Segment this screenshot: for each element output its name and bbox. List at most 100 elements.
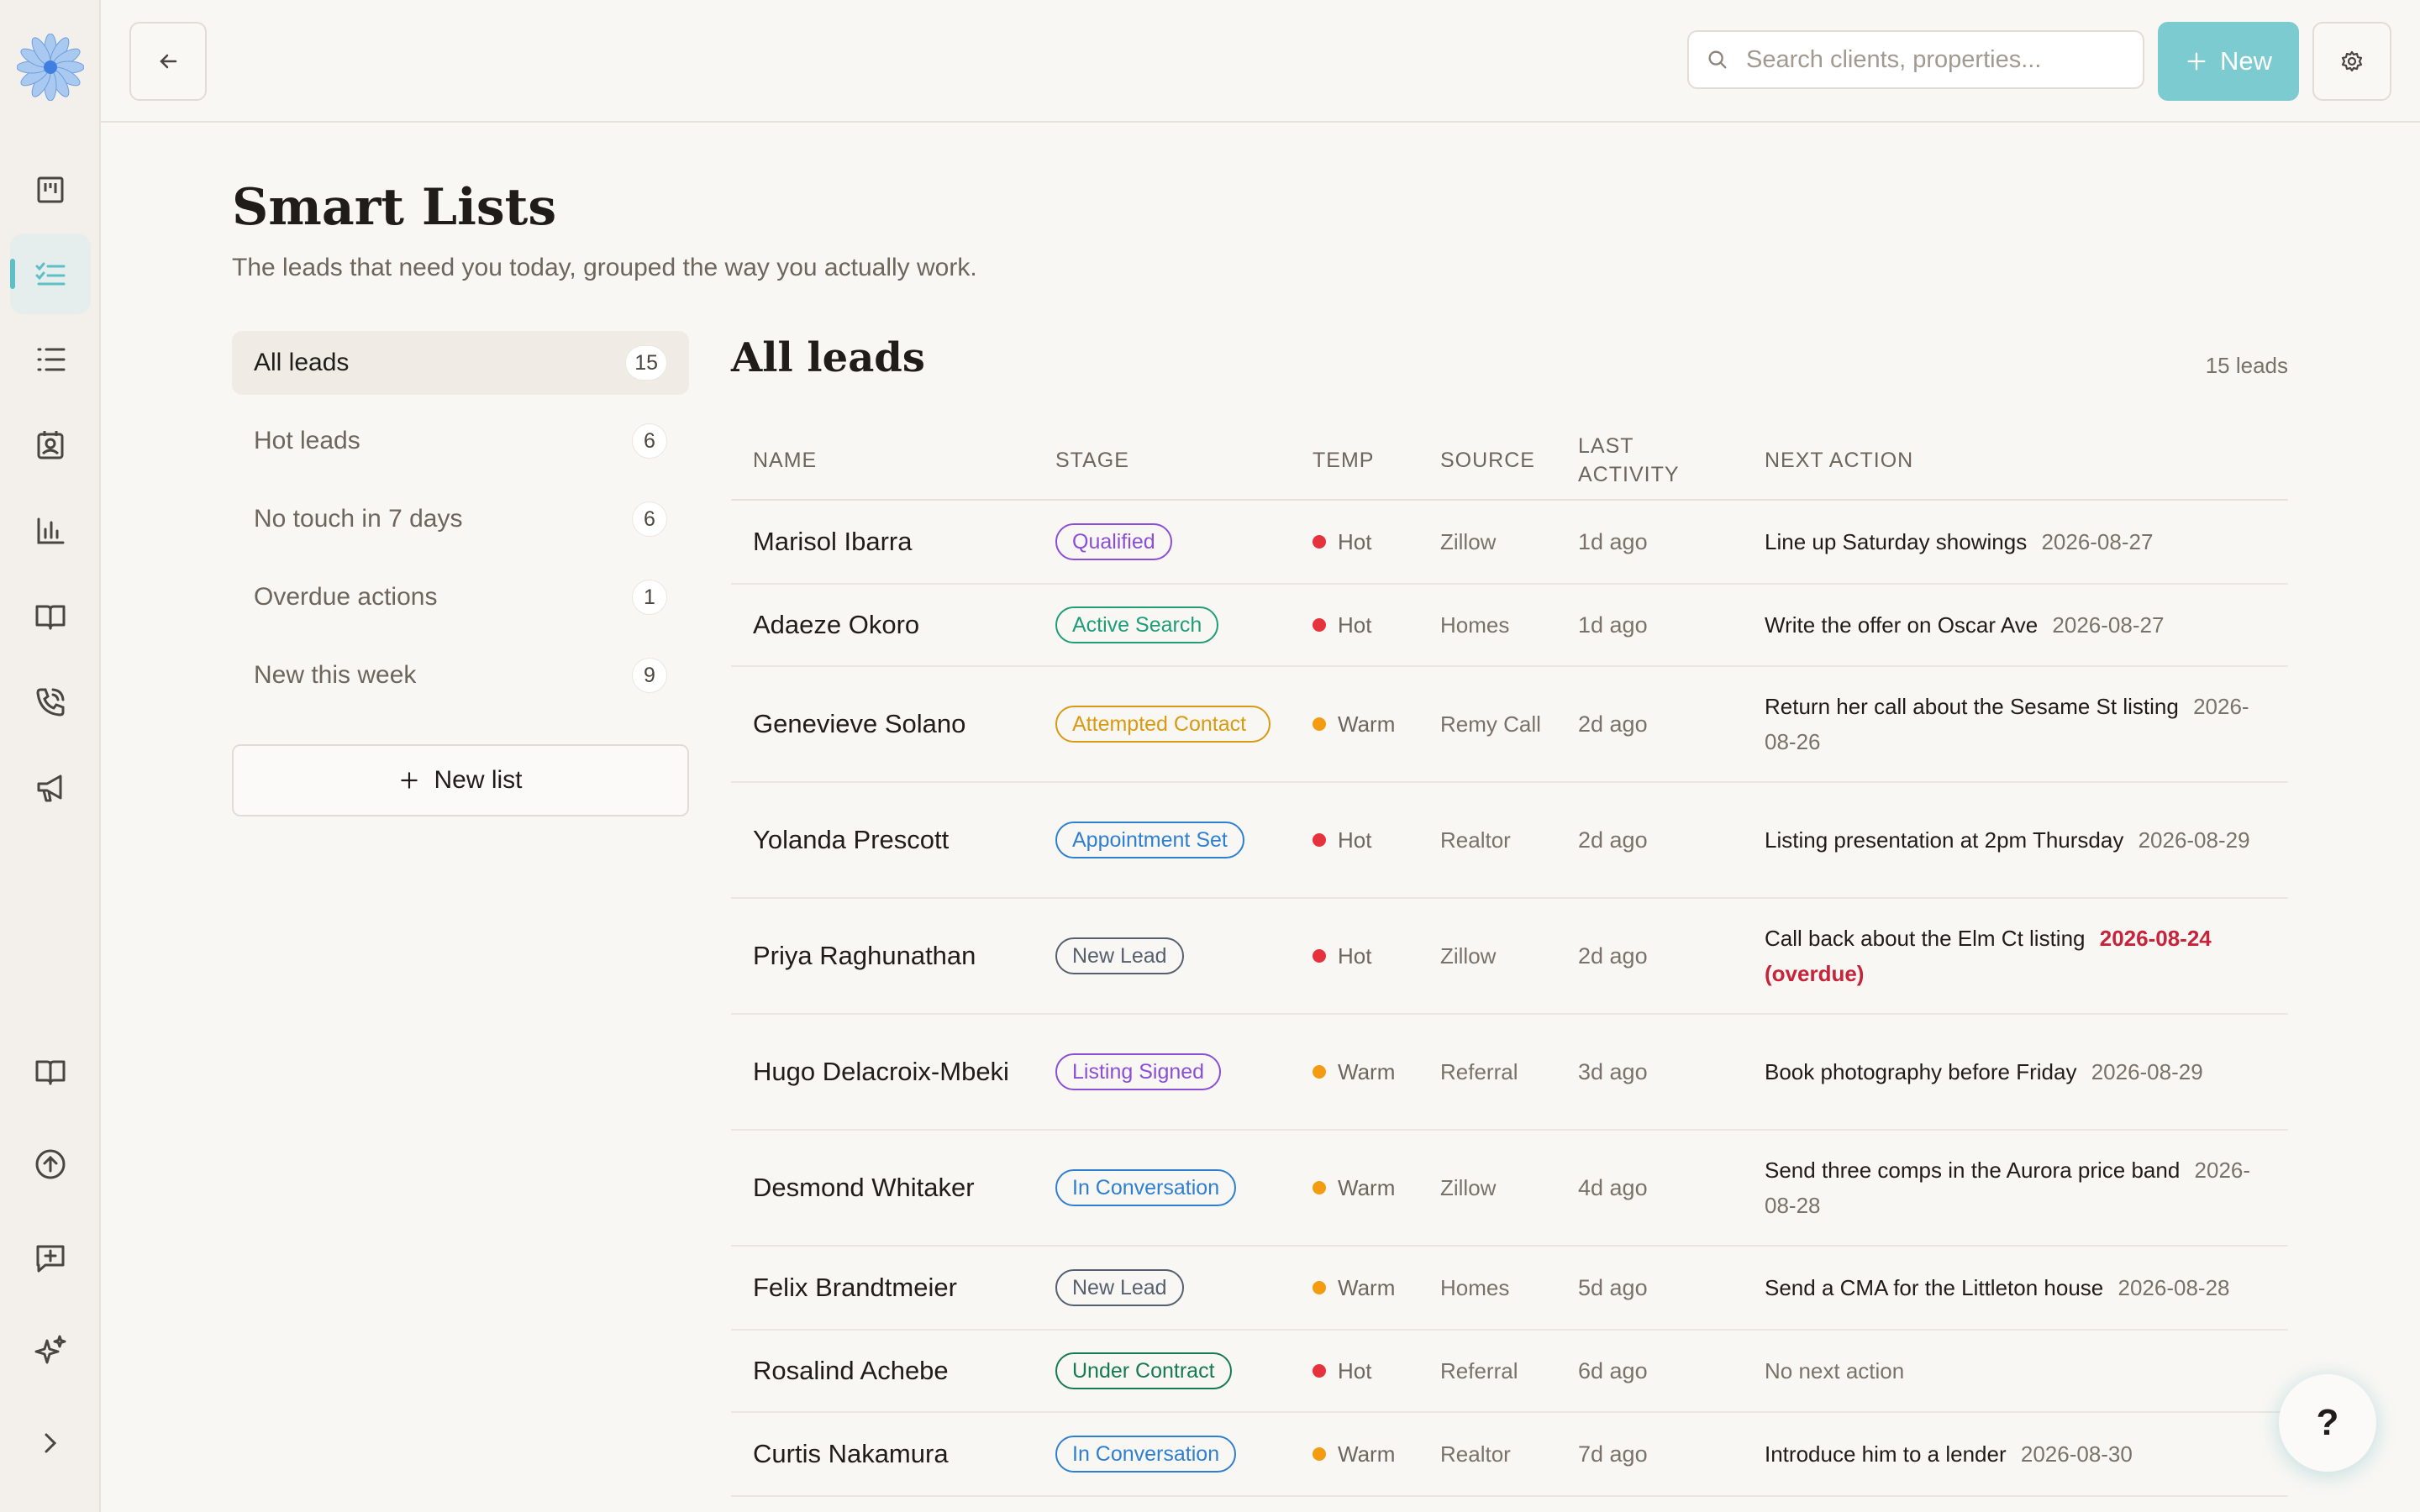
next-action-cell[interactable]: Write the offer on Oscar Ave 2026-08-27 (1765, 585, 2277, 665)
temp-label: Warm (1338, 711, 1396, 737)
temp-cell: Warm (1313, 1247, 1395, 1329)
lead-name: Curtis Nakamura (753, 1439, 949, 1468)
search-box[interactable] (1687, 30, 2144, 89)
last-activity-cell: 1d ago (1578, 501, 1648, 583)
next-action-cell[interactable]: Line up Saturday showings 2026-08-27 (1765, 501, 2277, 583)
stage-cell: New Lead (1055, 899, 1184, 1013)
column-header-name[interactable]: NAME (753, 420, 817, 501)
column-header-temp[interactable]: TEMP (1313, 420, 1374, 501)
stage-badge: Under Contract (1055, 1352, 1232, 1389)
column-header-stage[interactable]: STAGE (1055, 420, 1129, 501)
next-action-cell[interactable]: Listing presentation at 2pm Thursday 202… (1765, 783, 2277, 897)
next-action: Line up Saturday showings 2026-08-27 (1765, 524, 2153, 559)
next-action-cell[interactable]: Introduce him to a lender 2026-08-30 (1765, 1413, 2277, 1495)
next-action-cell[interactable]: Call back about the Elm Ct listing 2026-… (1765, 899, 2277, 1013)
next-action: Listing presentation at 2pm Thursday 202… (1765, 822, 2250, 858)
lead-name-cell[interactable]: Marisol Ibarra (753, 501, 1030, 583)
list-item-overdue[interactable]: Overdue actions 1 (232, 565, 689, 629)
nav-upload-icon[interactable] (10, 1124, 91, 1205)
nav-sparkle-icon[interactable] (10, 1310, 91, 1391)
settings-button[interactable] (2312, 22, 2391, 101)
nav-megaphone-icon[interactable] (10, 748, 91, 828)
nav-board-icon[interactable] (10, 150, 91, 230)
next-action-due: 2026-08-29 (2138, 827, 2250, 853)
hot-dot-icon (1313, 618, 1326, 632)
last-activity-label: 2d ago (1578, 711, 1648, 737)
new-button[interactable]: New (2158, 22, 2299, 101)
last-activity-cell: 5d ago (1578, 1247, 1648, 1329)
new-list-button[interactable]: New list (232, 744, 689, 816)
source-label: Realtor (1440, 827, 1511, 853)
stage-badge: Active Search (1055, 606, 1219, 643)
lead-name-cell[interactable]: Curtis Nakamura (753, 1413, 1030, 1495)
nav-phone-icon[interactable] (10, 662, 91, 743)
table-row[interactable]: Felix Brandtmeier New Lead Warm Homes 5d ago… (731, 1247, 2288, 1331)
nav-reports-icon[interactable] (10, 491, 91, 571)
search-input[interactable] (1746, 45, 2116, 74)
nav-feedback-icon[interactable] (10, 1218, 91, 1299)
nav-docs-icon[interactable] (10, 1032, 91, 1112)
next-action: Write the offer on Oscar Ave 2026-08-27 (1765, 607, 2164, 643)
next-action: No next action (1765, 1353, 1904, 1389)
list-item-all-leads[interactable]: All leads 15 (232, 331, 689, 395)
lead-name-cell[interactable]: Hugo Delacroix-Mbeki (753, 1015, 1030, 1129)
lead-name-cell[interactable]: Genevieve Solano (753, 667, 1030, 781)
table-row[interactable]: Yolanda Prescott Appointment Set Hot Realto… (731, 783, 2288, 899)
table-row[interactable]: Hugo Delacroix-Mbeki Listing Signed Warm Re… (731, 1015, 2288, 1131)
list-item-count: 6 (632, 423, 667, 459)
next-action: Introduce him to a lender 2026-08-30 (1765, 1436, 2133, 1472)
table-row[interactable]: Priya Raghunathan New Lead Hot Zillow 2d ago… (731, 899, 2288, 1015)
list-item-hot-leads[interactable]: Hot leads 6 (232, 409, 689, 473)
next-action-cell[interactable]: Send a CMA for the Littleton house 2026-… (1765, 1247, 2277, 1329)
column-header-source[interactable]: SOURCE (1440, 420, 1535, 501)
table-row[interactable]: Desmond Whitaker In Conversation Warm Zillo… (731, 1131, 2288, 1247)
next-action-text: Listing presentation at 2pm Thursday (1765, 827, 2124, 853)
lead-name-cell[interactable]: Priya Raghunathan (753, 899, 1030, 1013)
next-action-cell[interactable]: No next action (1765, 1331, 2277, 1411)
logo-icon[interactable] (16, 33, 85, 102)
next-action-cell[interactable]: Return her call about the Sesame St list… (1765, 667, 2277, 781)
lead-name-cell[interactable]: Desmond Whitaker (753, 1131, 1030, 1245)
last-activity-label: 1d ago (1578, 612, 1648, 638)
back-button[interactable] (129, 22, 207, 101)
table-row[interactable]: Rosalind Achebe Under Contract Hot Referral… (731, 1331, 2288, 1413)
source-label: Homes (1440, 1275, 1510, 1300)
nav-ordered-list-icon[interactable] (10, 319, 91, 400)
column-header-next-action[interactable]: NEXT ACTION (1765, 420, 1913, 501)
stage-cell: New Lead (1055, 1247, 1184, 1329)
stage-cell: Attempted Contact (1055, 667, 1270, 781)
column-header-last-activity[interactable]: LAST ACTIVITY (1578, 420, 1704, 501)
list-item-no-touch[interactable]: No touch in 7 days 6 (232, 487, 689, 551)
temp-label: Hot (1338, 942, 1372, 969)
lead-name-cell[interactable]: Felix Brandtmeier (753, 1247, 1030, 1329)
table-row[interactable]: Genevieve Solano Attempted Contact Warm Rem… (731, 667, 2288, 783)
list-item-new-this-week[interactable]: New this week 9 (232, 643, 689, 707)
last-activity-cell: 2d ago (1578, 783, 1648, 897)
source-cell: Homes (1440, 585, 1541, 665)
nav-contacts-icon[interactable] (10, 405, 91, 486)
next-action-due: 2026-08-30 (2020, 1441, 2133, 1467)
table-row[interactable]: Curtis Nakamura In Conversation Warm Realto… (731, 1413, 2288, 1497)
temp-cell: Hot (1313, 1331, 1371, 1411)
source-cell: Referral (1440, 1331, 1541, 1411)
help-button[interactable]: ? (2279, 1374, 2376, 1472)
source-label: Realtor (1440, 1441, 1511, 1467)
lead-name-cell[interactable]: Yolanda Prescott (753, 783, 1030, 897)
next-action-cell[interactable]: Send three comps in the Aurora price ban… (1765, 1131, 2277, 1245)
lead-name-cell[interactable]: Rosalind Achebe (753, 1331, 1030, 1411)
hot-dot-icon (1313, 1364, 1326, 1378)
table-body: Marisol Ibarra Qualified Hot Zillow 1d ago Li… (731, 501, 2288, 1497)
last-activity-cell: 7d ago (1578, 1413, 1648, 1495)
source-cell: Referral (1440, 1015, 1541, 1129)
lead-name-cell[interactable]: Adaeze Okoro (753, 585, 1030, 665)
next-action-text: Send three comps in the Aurora price ban… (1765, 1158, 2181, 1183)
nav-book-icon[interactable] (10, 576, 91, 657)
next-action-cell[interactable]: Book photography before Friday 2026-08-2… (1765, 1015, 2277, 1129)
table-row[interactable]: Adaeze Okoro Active Search Hot Homes 1d ago W… (731, 585, 2288, 667)
stage-badge: In Conversation (1055, 1169, 1237, 1206)
table-row[interactable]: Marisol Ibarra Qualified Hot Zillow 1d ago Li… (731, 501, 2288, 585)
expand-sidebar-icon[interactable] (10, 1403, 91, 1483)
next-action-text: Send a CMA for the Littleton house (1765, 1275, 2104, 1300)
temp-label: Hot (1338, 827, 1372, 853)
nav-smart-lists-icon[interactable] (10, 234, 91, 314)
